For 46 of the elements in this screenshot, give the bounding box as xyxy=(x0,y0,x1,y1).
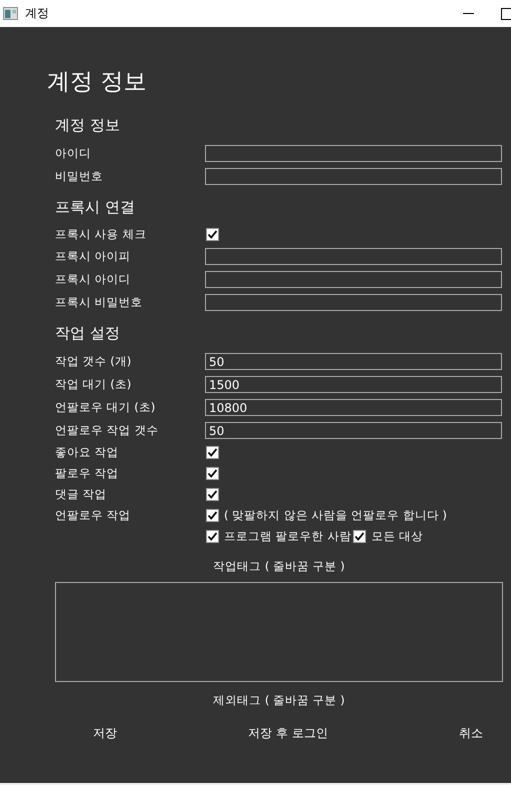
section-title: 계정 정보 xyxy=(55,115,121,135)
app-icon xyxy=(3,7,18,20)
input-field[interactable] xyxy=(205,248,502,265)
input-field[interactable] xyxy=(205,271,502,288)
note-text: ( 맞팔하지 않은 사람을 언팔로우 합니다 ) xyxy=(224,508,447,523)
field-label: 프록시 아이피 xyxy=(55,249,132,264)
input-field[interactable] xyxy=(205,145,502,162)
tag-label: 작업태그 ( 줄바꿈 구분 ) xyxy=(212,558,346,574)
field-label: 비밀번호 xyxy=(55,169,104,184)
tag-textarea[interactable] xyxy=(55,582,503,682)
checkbox[interactable] xyxy=(353,530,366,543)
checkbox[interactable] xyxy=(206,228,219,241)
field-label: 언팔로우 작업 xyxy=(55,508,132,523)
field-label: 작업 갯수 (개) xyxy=(55,354,132,369)
field-label: 작업 대기 (초) xyxy=(55,377,132,392)
input-field[interactable] xyxy=(205,294,502,311)
checkbox[interactable] xyxy=(206,509,219,522)
tag-label: 제외태그 ( 줄바꿈 구분 ) xyxy=(212,692,346,708)
window-title: 계정 xyxy=(25,5,49,22)
field-label: 팔로우 작업 xyxy=(55,466,120,481)
maximize-button[interactable] xyxy=(501,8,511,20)
field-label: 프록시 사용 체크 xyxy=(55,227,148,242)
action-button[interactable]: 저장 후 로그인 xyxy=(228,722,348,745)
input-field[interactable]: 50 xyxy=(205,353,502,370)
field-label: 좋아요 작업 xyxy=(55,445,120,460)
input-field[interactable]: 10800 xyxy=(205,399,502,416)
checkbox[interactable] xyxy=(206,530,219,543)
page-heading: 계정 정보 xyxy=(47,68,148,97)
option-label: 프로그램 팔로우한 사람 xyxy=(224,529,352,544)
section-title: 프록시 연결 xyxy=(55,197,136,217)
action-button[interactable]: 저장 xyxy=(73,722,137,745)
option-label: 모든 대상 xyxy=(371,529,423,544)
input-field[interactable]: 50 xyxy=(205,422,502,439)
field-label: 댓글 작업 xyxy=(55,487,108,502)
field-label: 언팔로우 대기 (초) xyxy=(55,400,156,415)
field-label: 프록시 아이디 xyxy=(55,272,132,287)
field-label: 아이디 xyxy=(55,146,92,161)
input-field[interactable]: 1500 xyxy=(205,376,502,393)
input-field[interactable] xyxy=(205,168,502,185)
checkbox[interactable] xyxy=(206,488,219,501)
checkbox[interactable] xyxy=(206,446,219,459)
checkbox[interactable] xyxy=(206,467,219,480)
field-label: 언팔로우 작업 갯수 xyxy=(55,423,160,438)
field-label: 프록시 비밀번호 xyxy=(55,295,144,310)
section-title: 작업 설정 xyxy=(55,323,121,343)
action-button[interactable]: 취소 xyxy=(438,722,503,745)
